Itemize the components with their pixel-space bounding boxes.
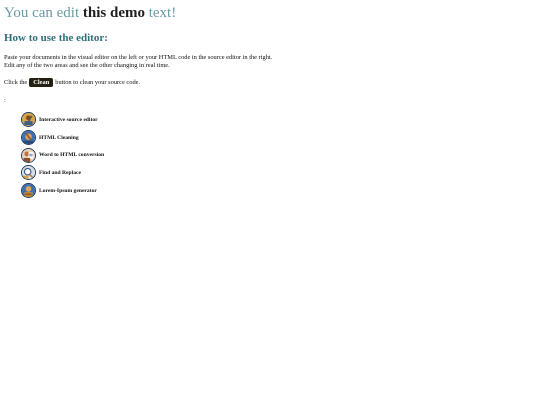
headline-part3: text! xyxy=(148,5,177,21)
list-item: HTML Cleaning xyxy=(21,129,536,147)
instructions-line2: Edit any of the two areas and see the ot… xyxy=(4,62,170,69)
colon-text: : xyxy=(4,97,6,104)
instructions-line1: Paste your documents in the visual edito… xyxy=(4,54,273,61)
broom-avatar-icon xyxy=(21,130,36,146)
list-item: Word to HTML conversion xyxy=(21,146,536,164)
clean-instructions: Click the Clean button to clean your sou… xyxy=(4,78,536,87)
instructions-paragraph: Paste your documents in the visual edito… xyxy=(4,54,536,70)
list-item: Find and Replace xyxy=(21,164,536,182)
feature-label: Lorem-Ipsum generator xyxy=(39,187,97,194)
headline-part1: You can edit xyxy=(4,5,80,21)
editor-content: You can edit this demo text! How to use … xyxy=(4,0,536,199)
howto-title: How to use the editor: xyxy=(4,32,108,44)
clean-button[interactable]: Clean xyxy=(29,78,54,87)
feature-label: Word to HTML conversion xyxy=(39,152,105,159)
click-prefix: Click the xyxy=(4,79,28,86)
headline-part2: this demo xyxy=(82,5,145,21)
feature-label: Interactive source editor xyxy=(39,116,98,123)
list-item: Interactive source editor xyxy=(21,111,536,129)
magnifier-avatar-icon xyxy=(21,165,36,181)
document-avatar-icon xyxy=(21,147,36,163)
feature-label: HTML Cleaning xyxy=(39,134,79,141)
feature-label: Find and Replace xyxy=(39,169,81,176)
click-suffix: button to clean your source code. xyxy=(55,79,141,86)
list-item: Lorem-Ipsum generator xyxy=(21,182,536,200)
text-avatar-icon xyxy=(21,183,36,199)
tools-avatar-icon xyxy=(21,112,36,128)
feature-list: Interactive source editor HTML Cleaning xyxy=(21,111,536,199)
headline: You can edit this demo text! xyxy=(4,4,536,22)
